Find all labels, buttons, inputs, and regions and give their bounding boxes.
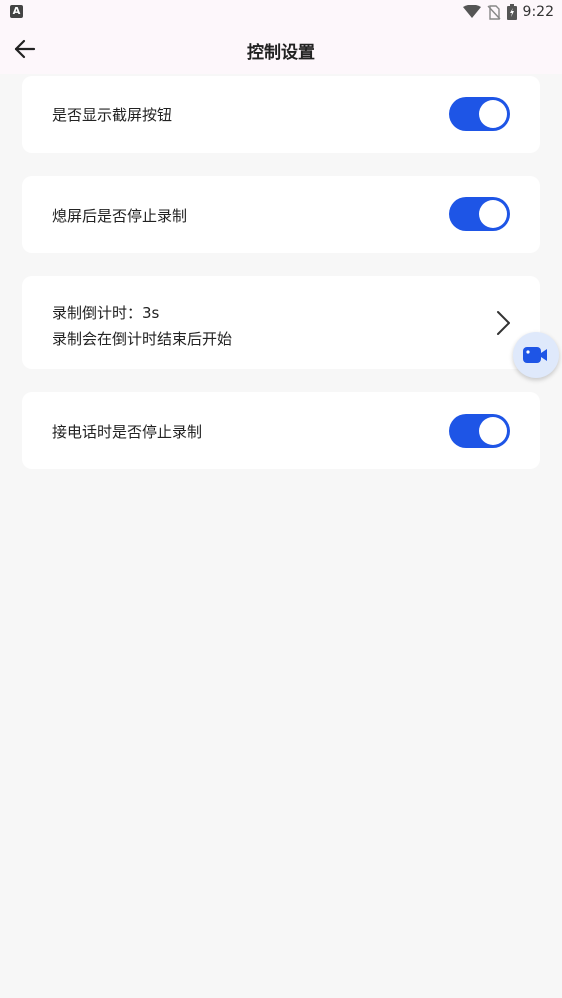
screenshot-button-toggle[interactable] <box>449 97 510 131</box>
status-bar: A 9:22 <box>0 0 562 24</box>
app-notification-icon: A <box>10 5 23 18</box>
setting-label: 熄屏后是否停止录制 <box>52 207 188 225</box>
video-camera-icon <box>523 347 547 363</box>
toggle-knob <box>479 417 507 445</box>
app-bar: 控制设置 <box>0 24 562 74</box>
toggle-knob <box>479 200 507 228</box>
page-title: 控制设置 <box>247 43 315 63</box>
setting-label: 是否显示截屏按钮 <box>52 106 173 124</box>
chevron-right-icon <box>497 311 510 335</box>
countdown-description: 录制会在倒计时结束后开始 <box>52 330 233 348</box>
setting-card-call-stop: 接电话时是否停止录制 <box>22 392 540 469</box>
toggle-knob <box>479 100 507 128</box>
screen-off-stop-toggle[interactable] <box>449 197 510 231</box>
setting-card-screen-off-stop: 熄屏后是否停止录制 <box>22 176 540 253</box>
countdown-label: 录制倒计时：3s <box>52 304 160 322</box>
wifi-icon <box>462 5 481 18</box>
clock: 9:22 <box>522 4 554 20</box>
call-stop-toggle[interactable] <box>449 414 510 448</box>
setting-card-screenshot-button: 是否显示截屏按钮 <box>22 76 540 153</box>
setting-card-countdown[interactable]: 录制倒计时：3s 录制会在倒计时结束后开始 <box>22 276 540 369</box>
setting-label: 接电话时是否停止录制 <box>52 423 203 441</box>
no-sim-icon <box>487 4 501 20</box>
status-icons: 9:22 <box>462 2 554 22</box>
battery-icon <box>506 4 517 20</box>
floating-record-button[interactable] <box>513 332 559 378</box>
